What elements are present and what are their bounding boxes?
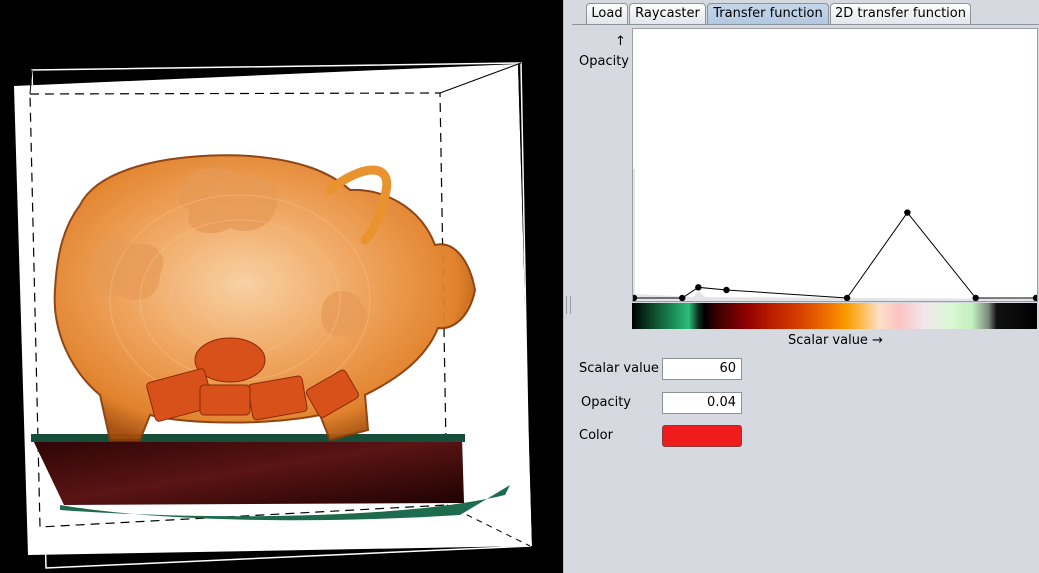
transfer-function-graph[interactable]: [630, 29, 1039, 302]
color-picker-button[interactable]: [662, 425, 742, 447]
control-point[interactable]: [972, 294, 979, 302]
piggy-base: [31, 436, 464, 505]
y-axis-label: Opacity: [579, 54, 630, 69]
y-axis-arrow: ↑: [615, 34, 626, 49]
tab-transfer-function[interactable]: Transfer function: [707, 3, 829, 24]
control-point[interactable]: [843, 294, 851, 302]
control-point[interactable]: [695, 284, 702, 291]
histogram: [633, 169, 1037, 301]
tab-load[interactable]: Load: [586, 3, 628, 24]
tab-raycaster[interactable]: Raycaster: [629, 3, 706, 24]
opacity-curve: [634, 211, 1036, 299]
settings-panel: Load Raycaster Transfer function 2D tran…: [572, 0, 1039, 573]
scalar-value-field[interactable]: 60: [662, 358, 742, 380]
opacity-label: Opacity: [581, 395, 632, 410]
panel-splitter[interactable]: [563, 0, 572, 573]
control-point[interactable]: [904, 209, 911, 216]
x-axis-label: Scalar value →: [788, 333, 883, 348]
transfer-function-tab-content: ↑ Opacity Scalar value → Scalar value 60…: [572, 24, 1039, 573]
splitter-grip[interactable]: [566, 296, 571, 314]
color-map-bar[interactable]: [632, 303, 1037, 329]
opacity-field[interactable]: 0.04: [662, 392, 742, 414]
control-point[interactable]: [679, 294, 686, 302]
tab-2d-transfer-function[interactable]: 2D transfer function: [830, 3, 971, 24]
transfer-function-editor[interactable]: [630, 28, 1039, 302]
scalar-value-label: Scalar value: [579, 361, 659, 376]
rendered-volume: [14, 60, 563, 569]
color-label: Color: [579, 428, 613, 443]
control-point[interactable]: [723, 286, 730, 294]
volume-render-viewport[interactable]: [0, 0, 563, 573]
